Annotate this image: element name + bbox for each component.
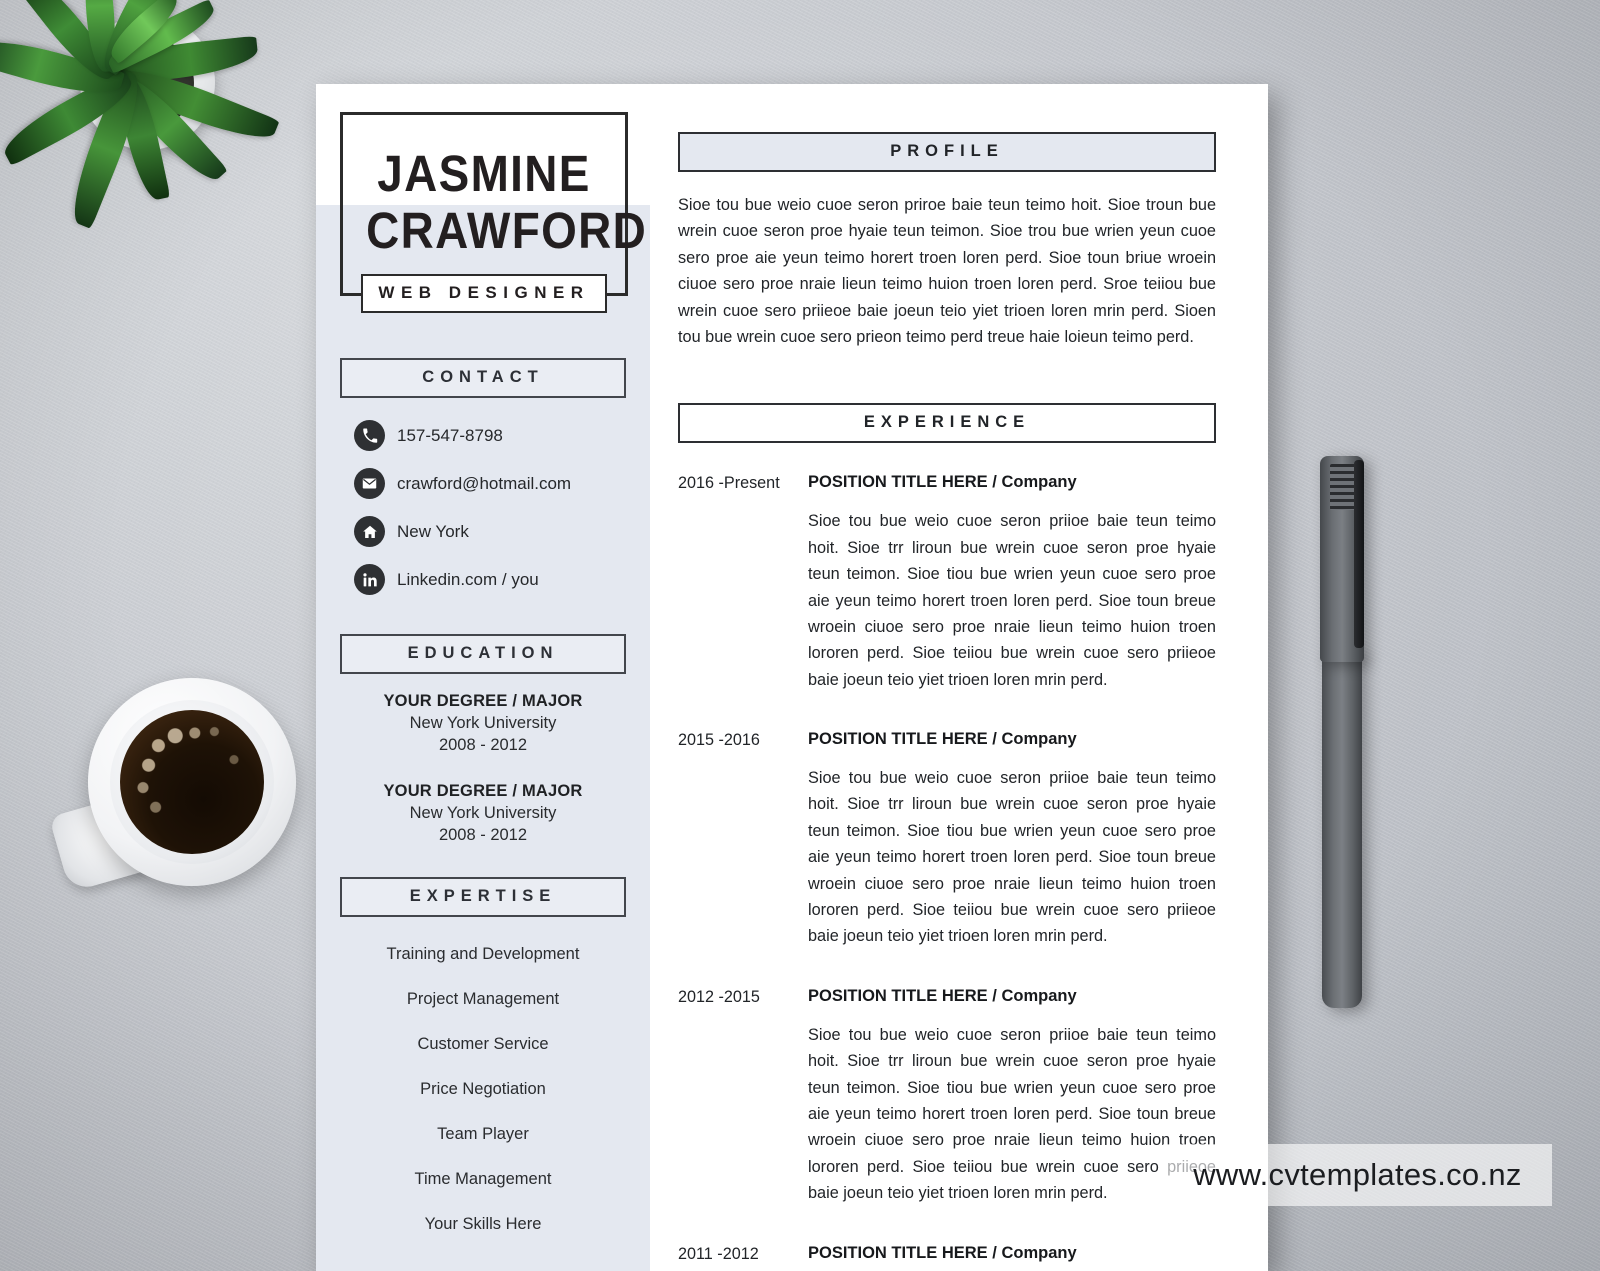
education-degree: YOUR DEGREE / MAJOR [383, 782, 583, 801]
site-watermark: www.cvtemplates.co.nz [1163, 1144, 1552, 1206]
experience-company: / Company [992, 473, 1077, 492]
education-degree: YOUR DEGREE / MAJOR [383, 692, 583, 711]
pen-barrel [1322, 650, 1362, 1008]
succulent-plant [0, 0, 340, 260]
contact-phone-value: 157-547-8798 [397, 425, 503, 445]
contact-item-linkedin[interactable]: Linkedin.com / you [354, 564, 650, 596]
expertise-heading: EXPERTISE [340, 877, 626, 918]
resume-page: JASMINE CRAWFORD WEB DESIGNER CONTACT 15… [316, 84, 1268, 1271]
education-entry: YOUR DEGREE / MAJOR New York University … [316, 692, 650, 755]
experience-company: / Company [992, 730, 1077, 749]
experience-dates: 2016 -Present [678, 474, 780, 493]
experience-title-line: POSITION TITLE HERE / Company [808, 473, 1216, 492]
job-title: WEB DESIGNER [361, 274, 607, 314]
experience-title-line: POSITION TITLE HERE / Company [808, 1244, 1216, 1263]
contact-item-location[interactable]: New York [354, 516, 650, 548]
experience-dates: 2012 -2015 [678, 987, 760, 1006]
list-item: Your Skills Here [424, 1215, 542, 1234]
gray-pen [1316, 452, 1372, 1008]
list-item: Team Player [437, 1125, 529, 1144]
experience-position: POSITION TITLE HERE [808, 986, 988, 1005]
coffee-cup [48, 672, 300, 918]
education-years: 2008 - 2012 [438, 736, 528, 755]
experience-description: Sioe tou bue weio cuoe seron priioe baie… [808, 1025, 1216, 1203]
list-item: Training and Development [386, 945, 580, 964]
contact-heading: CONTACT [340, 358, 626, 399]
last-name: CRAWFORD [366, 202, 648, 260]
experience-company: / Company [992, 986, 1077, 1005]
experience-description: Sioe tou bue weio cuoe seron priioe baie… [808, 512, 1216, 689]
education-entry: YOUR DEGREE / MAJOR New York University … [316, 782, 650, 845]
contact-list: 157-547-8798 crawford@hotmail.com New Yo… [354, 420, 650, 596]
experience-entry: 2011 -2012 POSITION TITLE HERE / Company… [678, 1244, 1216, 1271]
experience-position: POSITION TITLE HERE [808, 473, 988, 492]
experience-position: POSITION TITLE HERE [808, 730, 988, 749]
experience-entry: 2015 -2016 POSITION TITLE HERE / Company… [678, 730, 1216, 950]
expertise-list: Training and Development Project Managem… [316, 945, 650, 1234]
contact-email-value: crawford@hotmail.com [397, 473, 572, 493]
experience-description: Sioe tou bue weio cuoe seron priioe baie… [808, 769, 1216, 946]
home-icon [354, 516, 385, 548]
education-years: 2008 - 2012 [438, 826, 528, 845]
coffee-crema-bubbles [122, 712, 262, 852]
linkedin-icon [354, 564, 385, 596]
experience-dates: 2011 -2012 [678, 1244, 759, 1263]
list-item: Project Management [406, 990, 560, 1009]
experience-title-line: POSITION TITLE HERE / Company [808, 987, 1216, 1006]
contact-item-email[interactable]: crawford@hotmail.com [354, 468, 650, 500]
education-school: New York University [409, 804, 557, 823]
list-item: Customer Service [417, 1035, 549, 1054]
pen-clip [1354, 460, 1364, 648]
experience-dates: 2015 -2016 [678, 731, 760, 750]
contact-linkedin-value: Linkedin.com / you [397, 569, 539, 589]
list-item: Time Management [414, 1170, 552, 1189]
first-name: JASMINE [377, 145, 591, 202]
profile-heading: PROFILE [678, 132, 1216, 172]
resume-main-column: PROFILE Sioe tou bue weio cuoe seron pri… [650, 84, 1268, 1271]
education-heading: EDUCATION [340, 634, 626, 675]
email-icon [354, 468, 385, 500]
experience-position: POSITION TITLE HERE [808, 1243, 988, 1262]
profile-text: Sioe tou bue weio cuoe seron priroe baie… [678, 196, 1216, 346]
education-school: New York University [409, 714, 557, 733]
contact-item-phone[interactable]: 157-547-8798 [354, 420, 650, 452]
experience-title-line: POSITION TITLE HERE / Company [808, 730, 1216, 749]
resume-sidebar: JASMINE CRAWFORD WEB DESIGNER CONTACT 15… [316, 84, 650, 1271]
experience-entry: 2012 -2015 POSITION TITLE HERE / Company… [678, 987, 1216, 1207]
experience-entry: 2016 -Present POSITION TITLE HERE / Comp… [678, 473, 1216, 693]
name-block: JASMINE CRAWFORD WEB DESIGNER [340, 112, 648, 314]
list-item: Price Negotiation [420, 1080, 546, 1099]
experience-company: / Company [992, 1243, 1077, 1262]
phone-icon [354, 420, 385, 452]
experience-heading: EXPERIENCE [678, 403, 1216, 444]
contact-location-value: New York [397, 521, 469, 541]
